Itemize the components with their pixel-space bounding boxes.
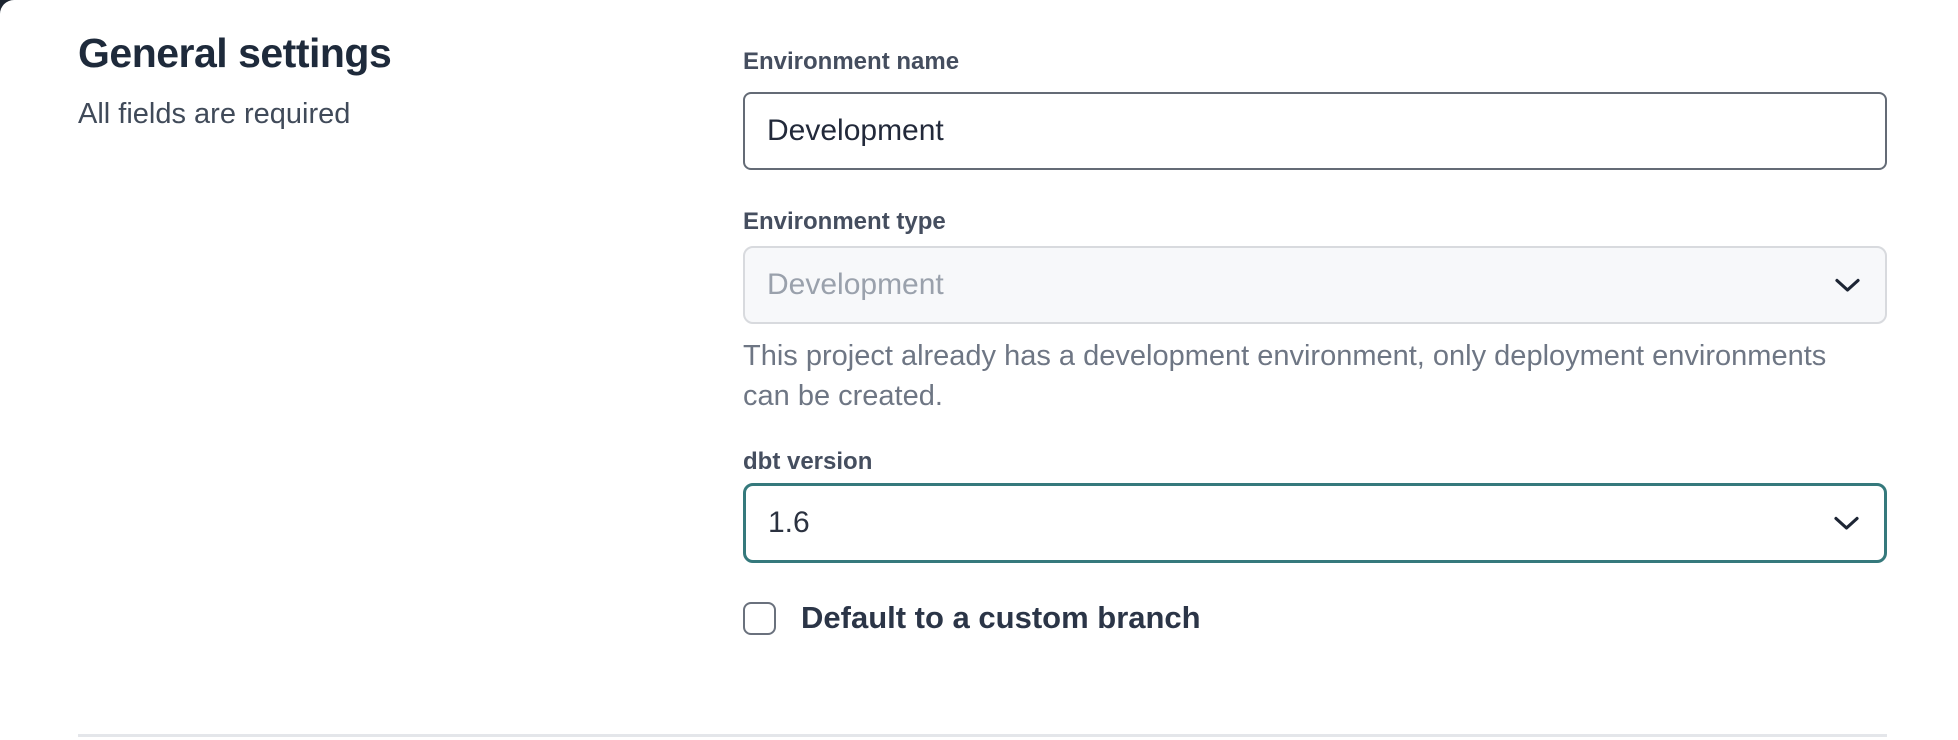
dbt-version-label: dbt version <box>743 448 872 476</box>
environment-type-value: Development <box>767 268 944 302</box>
custom-branch-row: Default to a custom branch <box>743 600 1201 636</box>
settings-panel: General settings All fields are required… <box>0 0 1958 740</box>
custom-branch-checkbox[interactable] <box>743 602 776 635</box>
dbt-version-select[interactable]: 1.6 <box>743 483 1887 563</box>
environment-type-help-text: This project already has a development e… <box>743 336 1873 416</box>
page-title: General settings <box>78 30 391 77</box>
environment-type-label: Environment type <box>743 208 946 236</box>
environment-type-select: Development <box>743 246 1887 324</box>
custom-branch-label[interactable]: Default to a custom branch <box>801 600 1201 636</box>
environment-name-input[interactable] <box>743 92 1887 170</box>
environment-name-label: Environment name <box>743 48 959 76</box>
chevron-down-icon <box>1833 515 1860 532</box>
section-divider <box>78 734 1887 737</box>
chevron-down-icon <box>1834 277 1861 294</box>
page-subtitle: All fields are required <box>78 98 350 131</box>
dbt-version-value: 1.6 <box>768 506 810 540</box>
